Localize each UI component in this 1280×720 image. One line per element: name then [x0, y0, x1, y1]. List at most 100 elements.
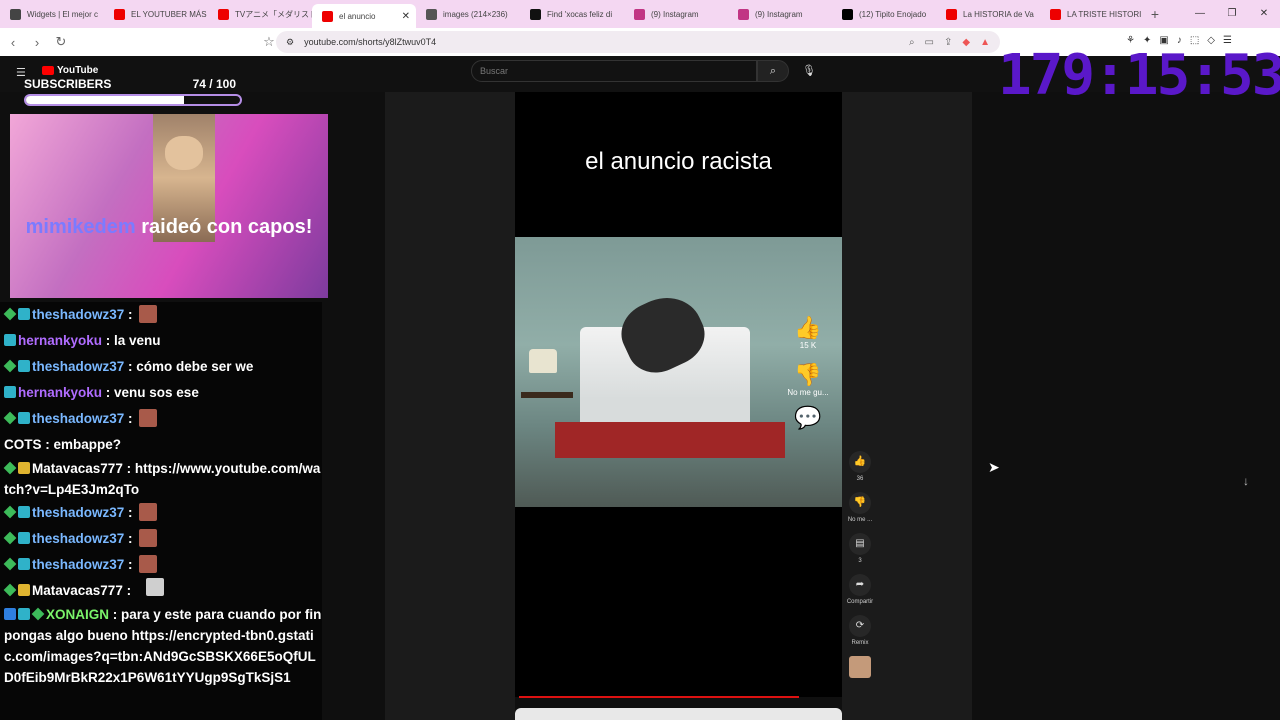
comment-bubble-icon: 💬 — [794, 405, 822, 430]
dislike-action[interactable]: 👎 No me ... — [845, 492, 875, 523]
chat-separator: : — [102, 385, 115, 400]
chat-text: cómo debe ser we — [136, 359, 254, 374]
in-video-like: 👍 15 K 👎 No me gu... 💬 — [787, 315, 829, 430]
tab-label: el anuncio — [339, 11, 376, 21]
new-tab-button[interactable]: + — [1144, 6, 1166, 22]
chat-message: COTS : embappe? — [0, 432, 322, 458]
browser-tab[interactable]: TVアニメ「メダリスト」本 — [208, 0, 312, 28]
chat-username[interactable]: hernankyoku — [18, 333, 102, 348]
maximize-button[interactable]: ❐ — [1216, 0, 1248, 28]
browser-tab[interactable]: (9) Instagram — [728, 0, 832, 28]
chat-message: theshadowz37 : cómo debe ser we — [0, 354, 322, 380]
like-action[interactable]: 👍 36 — [845, 451, 875, 482]
video-progress-bar[interactable] — [519, 696, 799, 698]
video-frame[interactable]: 👍 15 K 👎 No me gu... 💬 — [515, 237, 842, 507]
tab-label: Widgets | El mejor c — [27, 9, 98, 19]
chat-separator: : — [122, 461, 135, 476]
tab-favicon-icon — [426, 8, 437, 20]
chat-username[interactable]: COTS — [4, 437, 42, 452]
youtube-play-icon — [42, 65, 54, 75]
chat-separator: : — [109, 607, 122, 622]
tab-label: (9) Instagram — [755, 9, 803, 19]
chat-username[interactable]: Matavacas777 — [32, 583, 123, 598]
zoom-icon[interactable]: ⌕ — [909, 37, 915, 48]
lamp-shape — [529, 349, 557, 373]
chat-separator: : — [124, 557, 137, 572]
browser-tab[interactable]: el anuncio ✕ — [312, 4, 416, 28]
browser-tab[interactable]: Widgets | El mejor c — [0, 0, 104, 28]
sub-badge-icon — [4, 386, 16, 398]
dislike-icon[interactable]: 👎 — [849, 492, 871, 514]
chat-username[interactable]: Matavacas777 — [32, 461, 123, 476]
minimize-button[interactable]: — — [1184, 0, 1216, 28]
tab-favicon-icon — [322, 10, 333, 22]
like-icon[interactable]: 👍 — [849, 451, 871, 473]
diamond-badge-icon — [3, 557, 17, 571]
thumbs-down-icon: 👎 — [794, 362, 822, 387]
share-action[interactable]: ➦ Compartir — [845, 574, 875, 605]
chat-separator: : — [122, 583, 132, 598]
reload-button[interactable]: ↻ — [50, 34, 72, 50]
browser-tab[interactable]: (9) Instagram — [624, 0, 728, 28]
site-info-icon[interactable]: ⚙ — [286, 37, 294, 48]
chat-message: hernankyoku : venu sos ese — [0, 380, 322, 406]
tab-label: (9) Instagram — [651, 9, 699, 19]
sub-badge-icon — [18, 308, 30, 320]
face-emote-icon — [139, 503, 158, 521]
search-input[interactable]: Buscar — [471, 60, 757, 82]
sub-badge-icon — [18, 506, 30, 518]
forward-button[interactable]: › — [26, 35, 48, 50]
brave-shield-icon[interactable]: ◆ — [962, 37, 970, 48]
browser-tab[interactable]: Find 'xocas feliz di — [520, 0, 624, 28]
tab-favicon-icon — [738, 8, 749, 20]
browser-tab[interactable]: images (214×236) — [416, 0, 520, 28]
comment-action[interactable]: ▤ 3 — [845, 533, 875, 564]
mic-icon[interactable]: 🎙 — [802, 64, 816, 77]
next-short-preview[interactable] — [515, 708, 842, 720]
address-bar[interactable]: ⚙ youtube.com/shorts/y8lZtwuv0T4 ⌕ ▭ ⇪ ◆… — [276, 31, 1000, 53]
chat-username[interactable]: theshadowz37 — [32, 531, 124, 546]
share-arrow-icon[interactable]: ➦ — [849, 574, 871, 596]
browser-tab[interactable]: (12) Tipito Enojado — [832, 0, 936, 28]
next-short-arrow-icon[interactable]: ↓ — [1243, 474, 1249, 488]
chat-username[interactable]: theshadowz37 — [32, 359, 124, 374]
chat-separator: : — [124, 359, 137, 374]
chat-username[interactable]: theshadowz37 — [32, 307, 124, 322]
sub-badge-icon — [18, 412, 30, 424]
raid-user: mimikedem — [25, 216, 136, 238]
face-emote-icon — [139, 409, 158, 427]
crown-badge-icon — [18, 584, 30, 596]
youtube-logo[interactable]: YouTube — [42, 65, 98, 76]
chat-message: theshadowz37 : — [0, 500, 322, 526]
chat-username[interactable]: hernankyoku — [18, 385, 102, 400]
chat-separator: : — [102, 333, 115, 348]
search-button[interactable]: ⌕ — [757, 60, 789, 82]
chat-username[interactable]: theshadowz37 — [32, 557, 124, 572]
chat-username[interactable]: theshadowz37 — [32, 505, 124, 520]
remix-icon[interactable]: ⟳ — [849, 615, 871, 637]
cast-icon[interactable]: ▭ — [925, 37, 934, 48]
shorts-player[interactable]: el anuncio racista 👍 15 K 👎 No me gu... … — [515, 92, 842, 697]
browser-tab[interactable]: La HISTORIA de Va — [936, 0, 1040, 28]
remix-action[interactable]: ⟳ Remix — [845, 615, 875, 646]
browser-tab[interactable]: EL YOUTUBER MÁS — [104, 0, 208, 28]
chat-message: hernankyoku : la venu — [0, 328, 322, 354]
chat-message: theshadowz37 : — [0, 552, 322, 578]
browser-tab[interactable]: LA TRISTE HISTORI — [1040, 0, 1144, 28]
chat-message: theshadowz37 : — [0, 406, 322, 432]
back-button[interactable]: ‹ — [2, 35, 24, 50]
cat-emote-icon — [146, 578, 164, 596]
chat-username[interactable]: XONAIGN — [46, 607, 109, 622]
share-icon[interactable]: ⇪ — [944, 37, 952, 48]
close-window-button[interactable]: ✕ — [1248, 0, 1280, 28]
tab-label: EL YOUTUBER MÁS — [131, 9, 207, 19]
chat-message: Matavacas777 : — [0, 578, 322, 604]
rewards-icon[interactable]: ▲ — [980, 37, 990, 48]
diamond-badge-icon — [3, 531, 17, 545]
browser-tab-strip: Widgets | El mejor c EL YOUTUBER MÁS TVアニメ… — [0, 0, 1280, 28]
short-caption: el anuncio racista — [585, 148, 772, 175]
channel-avatar[interactable] — [849, 656, 871, 678]
comment-icon[interactable]: ▤ — [849, 533, 871, 555]
close-tab-icon[interactable]: ✕ — [402, 11, 410, 22]
chat-username[interactable]: theshadowz37 — [32, 411, 124, 426]
